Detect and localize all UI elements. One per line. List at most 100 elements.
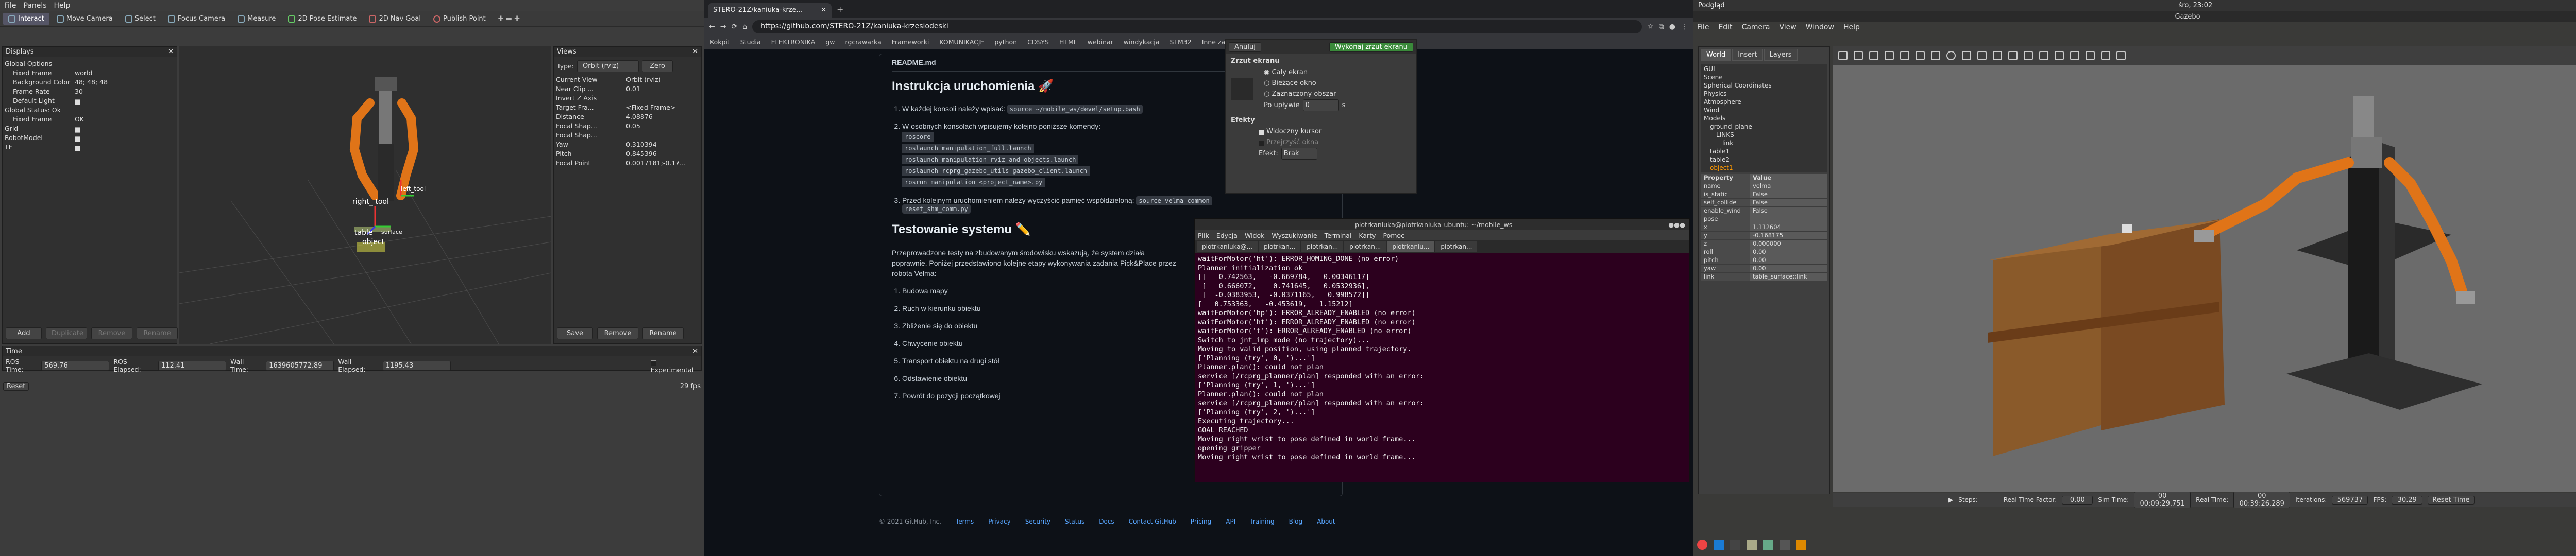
- tree-row[interactable]: Grid: [3, 124, 177, 133]
- bookmark[interactable]: webinar: [1088, 38, 1113, 47]
- tab-layers[interactable]: Layers: [1764, 49, 1798, 61]
- checkbox[interactable]: [75, 127, 80, 133]
- terminal-tab[interactable]: piotrkan...: [1435, 241, 1478, 252]
- checkbox[interactable]: [75, 99, 80, 105]
- property-row[interactable]: self_collide False: [1701, 199, 1827, 207]
- close-icon[interactable]: ✕: [821, 6, 826, 14]
- vscode-icon[interactable]: [1714, 540, 1724, 550]
- align-icon[interactable]: [2055, 51, 2064, 60]
- property-row[interactable]: x 1.112604: [1701, 223, 1827, 232]
- copy-icon[interactable]: [2024, 51, 2033, 60]
- extensions-icon[interactable]: ⧉: [1659, 23, 1664, 31]
- bookmark[interactable]: gw: [825, 38, 835, 47]
- close-icon[interactable]: ✕: [692, 48, 698, 56]
- remove-button[interactable]: Remove: [91, 327, 132, 339]
- change-view-icon[interactable]: [2086, 51, 2095, 60]
- gazebo-3d-view[interactable]: [1833, 65, 2576, 492]
- menu-item[interactable]: Edycja: [1216, 232, 1238, 239]
- back-icon[interactable]: ←: [709, 23, 715, 31]
- menu-panels[interactable]: Panels: [23, 2, 46, 10]
- log-icon[interactable]: [2116, 51, 2126, 60]
- tree-item[interactable]: Wind: [1704, 106, 1824, 114]
- gazebo-icon[interactable]: [1796, 540, 1806, 550]
- cursor-checkbox[interactable]: Widoczny kursor: [1259, 126, 1411, 137]
- footer-link[interactable]: Terms: [956, 518, 974, 525]
- terminal-tab[interactable]: piotrkan...: [1344, 241, 1386, 252]
- take-screenshot-button[interactable]: Wykonaj zrzut ekranu: [1329, 42, 1413, 52]
- tab-world[interactable]: World: [1701, 49, 1732, 61]
- play-icon[interactable]: ▶: [1948, 496, 1953, 503]
- screenshot-icon[interactable]: [2101, 51, 2110, 60]
- tree-item[interactable]: object1: [1704, 164, 1824, 172]
- view-type-select[interactable]: Orbit (rviz): [577, 60, 639, 72]
- zero-button[interactable]: Zero: [641, 60, 673, 72]
- property-row[interactable]: roll 0.00: [1701, 248, 1827, 256]
- view-row[interactable]: Focal Shap... 0.05: [554, 121, 701, 131]
- undo-icon[interactable]: [1900, 51, 1909, 60]
- terminal-tab[interactable]: piotrkan...: [1301, 241, 1344, 252]
- close-icon[interactable]: ✕: [168, 48, 174, 56]
- view-row[interactable]: Pitch 0.845396: [554, 149, 701, 159]
- cancel-button[interactable]: Anuluj: [1229, 42, 1261, 52]
- footer-link[interactable]: Privacy: [988, 518, 1010, 525]
- property-row[interactable]: link table_surface::link: [1701, 273, 1827, 281]
- browser-icon[interactable]: [1763, 540, 1773, 550]
- view-row[interactable]: Current View Orbit (rviz): [554, 75, 701, 84]
- tree-row[interactable]: Global Options: [3, 59, 177, 68]
- profile-icon[interactable]: ●: [1669, 23, 1675, 31]
- terminal-tab[interactable]: piotrkaniuka@...: [1197, 241, 1258, 252]
- rviz-3d-view[interactable]: right_ tool left_tool table surface obje…: [179, 46, 552, 344]
- view-row[interactable]: Distance 4.08876: [554, 112, 701, 121]
- checkbox[interactable]: [75, 145, 80, 151]
- checkbox[interactable]: [75, 136, 80, 142]
- bookmark[interactable]: Kokpit: [710, 38, 730, 47]
- point-light-icon[interactable]: [1977, 51, 1987, 60]
- add-button[interactable]: Add: [6, 327, 42, 339]
- box-icon[interactable]: [1931, 51, 1940, 60]
- save-button[interactable]: Save: [557, 327, 593, 339]
- menu-item[interactable]: Widok: [1245, 232, 1264, 239]
- tree-row[interactable]: Frame Rate 30: [3, 87, 177, 96]
- tool-2d-nav[interactable]: 2D Nav Goal: [364, 13, 426, 25]
- tree-row[interactable]: Default Light: [3, 96, 177, 106]
- cylinder-icon[interactable]: [1962, 51, 1971, 60]
- tree-item[interactable]: LINKS: [1704, 131, 1824, 139]
- tool-select[interactable]: Select: [120, 13, 161, 25]
- property-row[interactable]: name velma: [1701, 182, 1827, 190]
- add-tool-icon[interactable]: ✚ ▬ ✚: [498, 15, 520, 23]
- terminal-tab[interactable]: piotrkan...: [1259, 241, 1301, 252]
- menu-item[interactable]: Karty: [1359, 232, 1376, 239]
- shadow-checkbox[interactable]: Przejrzyść okna: [1259, 137, 1411, 148]
- duplicate-button[interactable]: Duplicate: [46, 327, 87, 339]
- terminal-tab[interactable]: piotrkaniu...: [1387, 241, 1435, 252]
- tree-row[interactable]: Background Color 48; 48; 48: [3, 78, 177, 87]
- tree-item[interactable]: table1: [1704, 147, 1824, 155]
- bookmark[interactable]: rgcrawarka: [845, 38, 882, 47]
- new-tab-icon[interactable]: +: [832, 2, 849, 18]
- bookmark[interactable]: ELEKTRONIKA: [771, 38, 816, 47]
- bookmark[interactable]: KOMUNIKACJE: [939, 38, 984, 47]
- footer-link[interactable]: About: [1317, 518, 1335, 525]
- radio-whole-screen[interactable]: ◉ Cały ekran: [1264, 67, 1345, 78]
- property-row[interactable]: is_static False: [1701, 190, 1827, 199]
- property-row[interactable]: z 0.000000: [1701, 240, 1827, 248]
- view-row[interactable]: Invert Z Axis: [554, 94, 701, 103]
- property-row[interactable]: yaw 0.00: [1701, 265, 1827, 273]
- bookmark[interactable]: CDSYS: [1027, 38, 1049, 47]
- tree-item[interactable]: Spherical Coordinates: [1704, 81, 1824, 90]
- menu-item[interactable]: Window: [1806, 23, 1834, 31]
- property-row[interactable]: enable_wind False: [1701, 207, 1827, 215]
- rename-button[interactable]: Rename: [642, 327, 684, 339]
- view-row[interactable]: Focal Shap...: [554, 131, 701, 140]
- tool-measure[interactable]: Measure: [232, 13, 281, 25]
- menu-item[interactable]: Edit: [1718, 23, 1732, 31]
- tree-item[interactable]: Physics: [1704, 90, 1824, 98]
- experimental-checkbox[interactable]: Experimental: [650, 358, 698, 374]
- delay-spinner[interactable]: 0: [1302, 99, 1339, 111]
- menu-item[interactable]: Camera: [1742, 23, 1770, 31]
- tree-item[interactable]: Models: [1704, 114, 1824, 123]
- remove-button[interactable]: Remove: [597, 327, 638, 339]
- rotate-mode-icon[interactable]: [1869, 51, 1878, 60]
- bookmark[interactable]: python: [994, 38, 1017, 47]
- tree-item[interactable]: ground_plane: [1704, 123, 1824, 131]
